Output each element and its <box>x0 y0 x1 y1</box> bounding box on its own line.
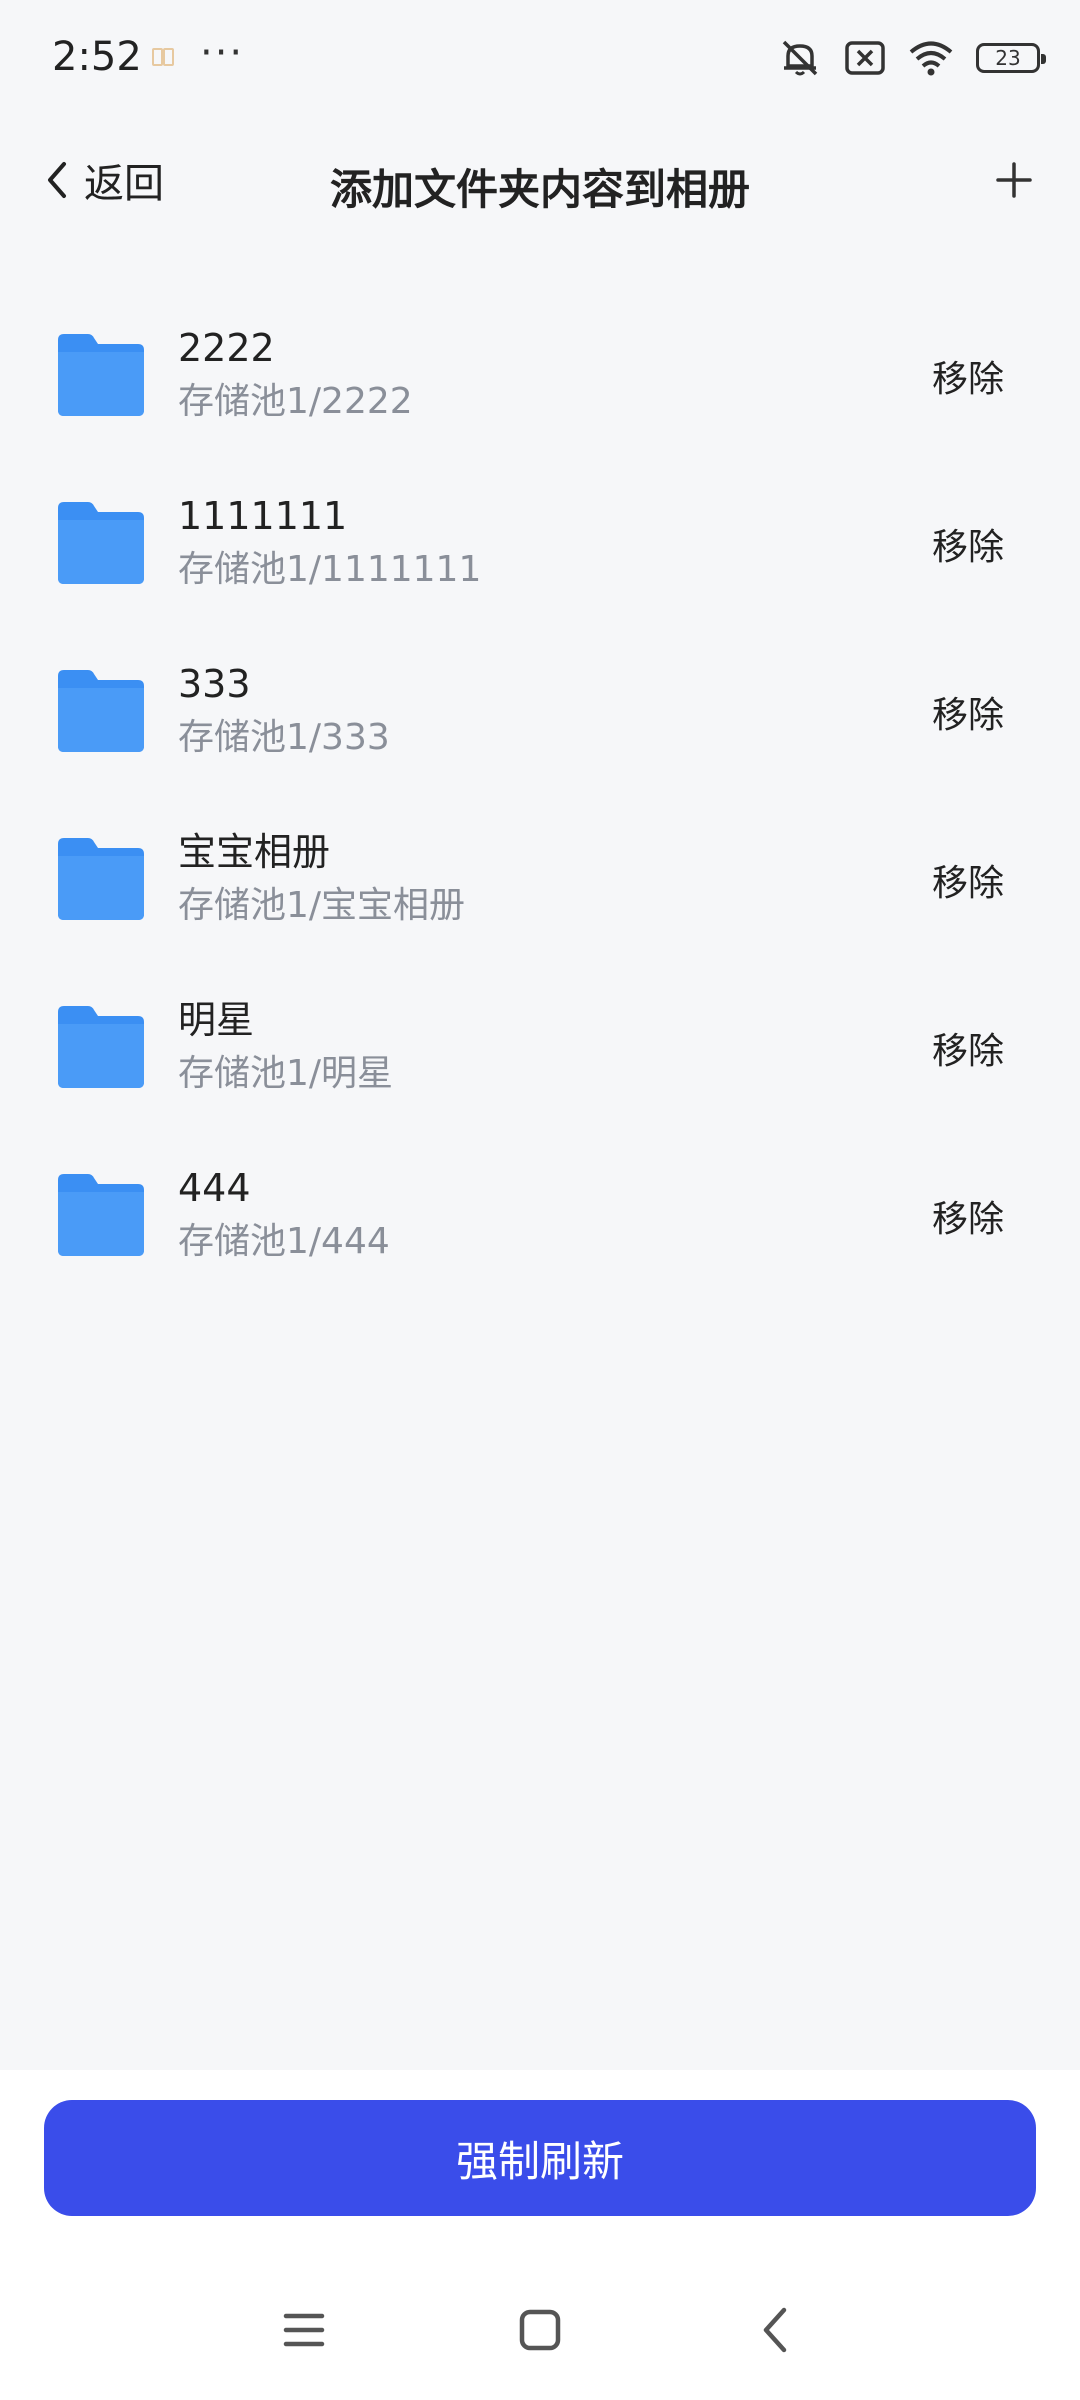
more-notifications-icon: ··· <box>200 30 245 76</box>
page-title: 添加文件夹内容到相册 <box>329 165 750 214</box>
battery-level: 23 <box>995 46 1021 70</box>
folder-name: 明星 <box>178 998 255 1042</box>
system-nav-bar <box>0 2270 1080 2390</box>
folder-icon <box>58 334 144 416</box>
header: 返回 添加文件夹内容到相册 <box>0 120 1080 240</box>
mute-icon <box>782 40 818 76</box>
folder-icon <box>58 670 144 752</box>
folder-item[interactable]: 333 存储池1/333 移除 <box>0 626 1080 794</box>
folder-path: 存储池1/1111111 <box>178 549 482 590</box>
status-bar: 2:52 ··· 23 <box>0 0 1080 120</box>
folder-item[interactable]: 宝宝相册 存储池1/宝宝相册 移除 <box>0 794 1080 962</box>
menu-icon[interactable] <box>274 2300 334 2360</box>
folder-icon <box>58 502 144 584</box>
remove-button[interactable]: 移除 <box>932 518 1004 570</box>
folder-path: 存储池1/明星 <box>178 1053 394 1094</box>
sim-disabled-icon <box>845 41 885 75</box>
home-icon[interactable] <box>510 2300 570 2360</box>
remove-button[interactable]: 移除 <box>932 686 1004 738</box>
status-time: 2:52 <box>52 34 142 80</box>
force-refresh-button[interactable]: 强制刷新 <box>44 2100 1036 2216</box>
wifi-icon <box>909 41 953 76</box>
folder-item[interactable]: 明星 存储池1/明星 移除 <box>0 962 1080 1130</box>
battery-icon: 23 <box>976 43 1046 73</box>
folder-path: 存储池1/2222 <box>178 381 413 422</box>
folder-icon <box>58 1174 144 1256</box>
folder-name: 1111111 <box>178 494 348 538</box>
folder-name: 444 <box>178 1166 251 1210</box>
folder-name: 333 <box>178 662 251 706</box>
folder-path: 存储池1/444 <box>178 1221 390 1262</box>
remove-button[interactable]: 移除 <box>932 1190 1004 1242</box>
folder-name: 宝宝相册 <box>178 830 331 874</box>
folder-item[interactable]: 444 存储池1/444 移除 <box>0 1130 1080 1298</box>
folder-icon <box>58 838 144 920</box>
folder-item[interactable]: 1111111 存储池1/1111111 移除 <box>0 458 1080 626</box>
remove-button[interactable]: 移除 <box>932 1022 1004 1074</box>
plus-icon[interactable] <box>994 160 1034 200</box>
folder-path: 存储池1/333 <box>178 717 390 758</box>
back-icon[interactable] <box>746 2300 806 2360</box>
folder-icon <box>58 1006 144 1088</box>
remove-button[interactable]: 移除 <box>932 854 1004 906</box>
folder-item[interactable]: 2222 存储池1/2222 移除 <box>0 290 1080 458</box>
folder-name: 2222 <box>178 326 275 370</box>
folder-path: 存储池1/宝宝相册 <box>178 885 466 926</box>
folder-list: 2222 存储池1/2222 移除 1111111 存储池1/1111111 移… <box>0 290 1080 1298</box>
remove-button[interactable]: 移除 <box>932 350 1004 402</box>
notification-book-icon <box>152 48 174 66</box>
status-icons: 23 <box>778 38 1046 78</box>
